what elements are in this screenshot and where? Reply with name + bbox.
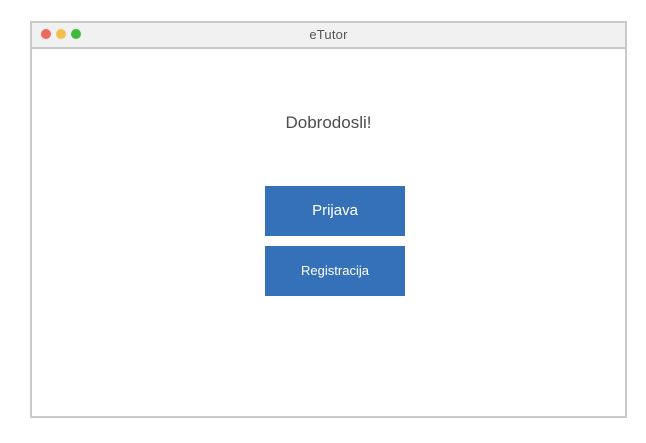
app-window: eTutor Dobrodosli! Prijava Registracija [30, 21, 627, 418]
login-button[interactable]: Prijava [265, 186, 405, 236]
title-bar: eTutor [32, 23, 625, 49]
window-title: eTutor [309, 27, 348, 42]
main-content: Dobrodosli! Prijava Registracija [32, 49, 625, 416]
welcome-heading: Dobrodosli! [285, 113, 372, 132]
register-button[interactable]: Registracija [265, 246, 405, 296]
